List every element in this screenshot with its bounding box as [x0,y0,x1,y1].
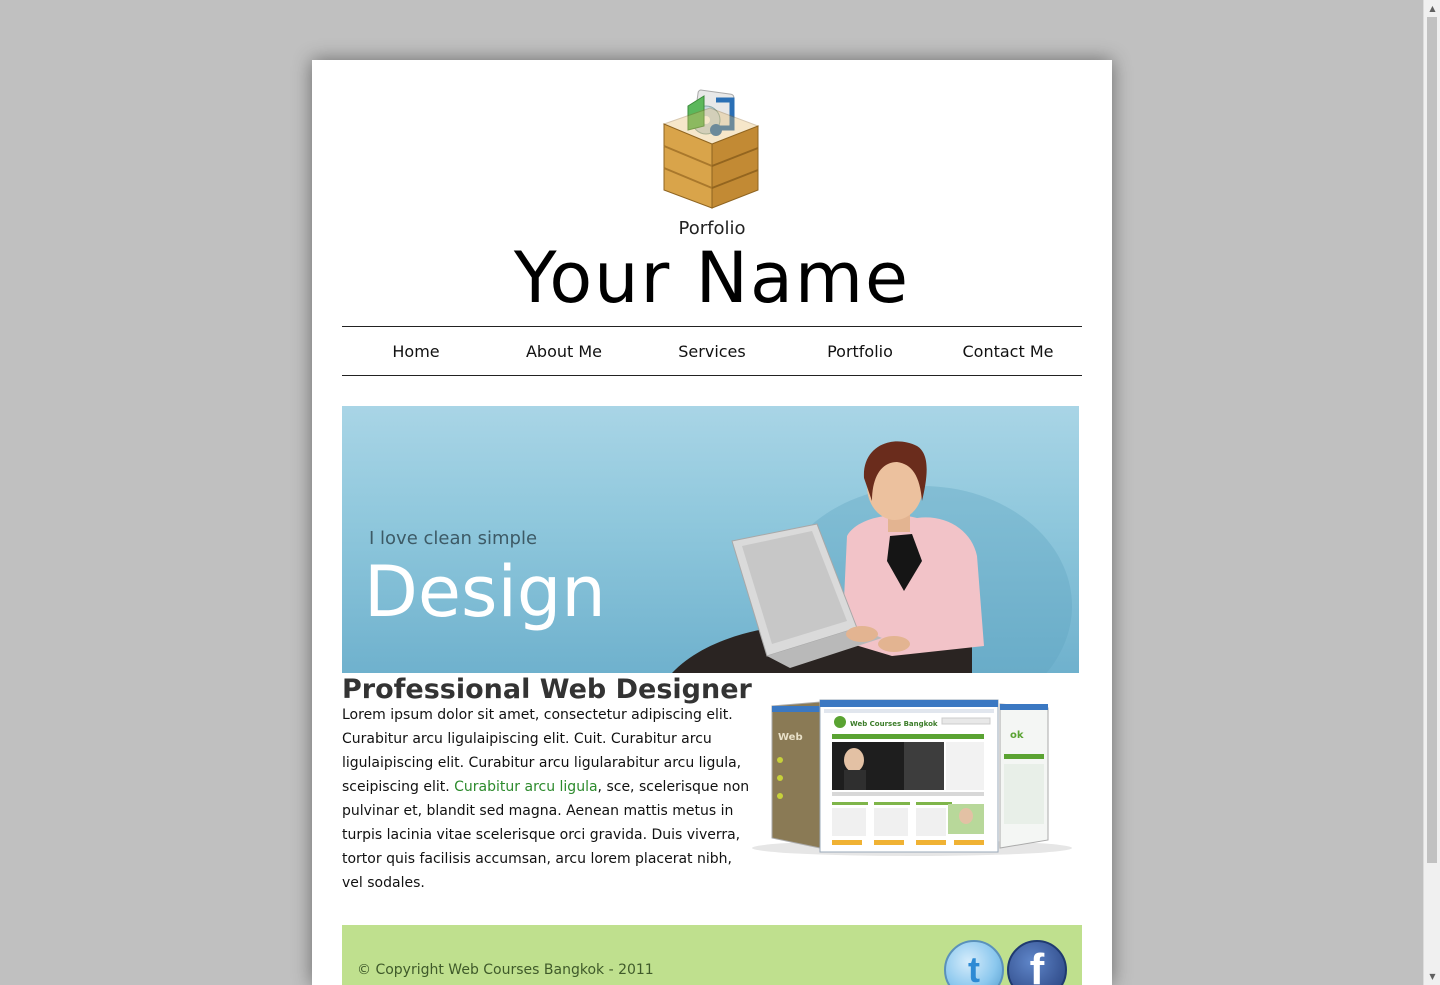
twitter-glyph: t [968,949,980,985]
main-navigation: Home About Me Services Portfolio Contact… [342,326,1082,376]
website-screenshots-image: Web ok Web Courses Bangkok [752,699,1072,856]
page-container: Porfolio Your Name Home About Me Service… [312,60,1112,985]
nav-contact-me[interactable]: Contact Me [934,327,1082,375]
nav-home[interactable]: Home [342,327,490,375]
scroll-down-arrow-icon[interactable]: ▼ [1424,968,1440,985]
scroll-up-arrow-icon[interactable]: ▲ [1424,0,1440,17]
copyright-text: © Copyright Web Courses Bangkok - 2011 [357,962,654,978]
intro-text-end: , sce, scelerisque non pulvinar et, blan… [342,779,750,891]
svg-text:ok: ok [1010,730,1024,741]
woman-with-laptop-image [672,441,1072,673]
facebook-icon[interactable]: f [1007,940,1067,985]
twitter-icon[interactable]: t [944,940,1004,985]
section-title: Professional Web Designer [342,674,752,705]
intro-paragraph: Lorem ipsum dolor sit amet, consectetur … [342,703,752,895]
facebook-glyph: f [1029,945,1045,985]
inline-link[interactable]: Curabitur arcu ligula [454,779,597,795]
svg-text:Web: Web [778,732,803,743]
hero-tagline: I love clean simple [369,528,538,549]
site-title: Your Name [513,237,911,319]
nav-portfolio[interactable]: Portfolio [786,327,934,375]
nav-services[interactable]: Services [638,327,786,375]
scroll-thumb[interactable] [1427,17,1437,863]
hero-banner: I love clean simple Design [342,406,1079,673]
screenshot-brand-text: Web Courses Bangkok [850,720,938,728]
site-footer: © Copyright Web Courses Bangkok - 2011 t… [342,925,1082,985]
vertical-scrollbar[interactable]: ▲ ▼ [1423,0,1440,985]
hero-title: Design [364,551,606,633]
portfolio-box-logo-icon [662,89,760,209]
nav-about-me[interactable]: About Me [490,327,638,375]
